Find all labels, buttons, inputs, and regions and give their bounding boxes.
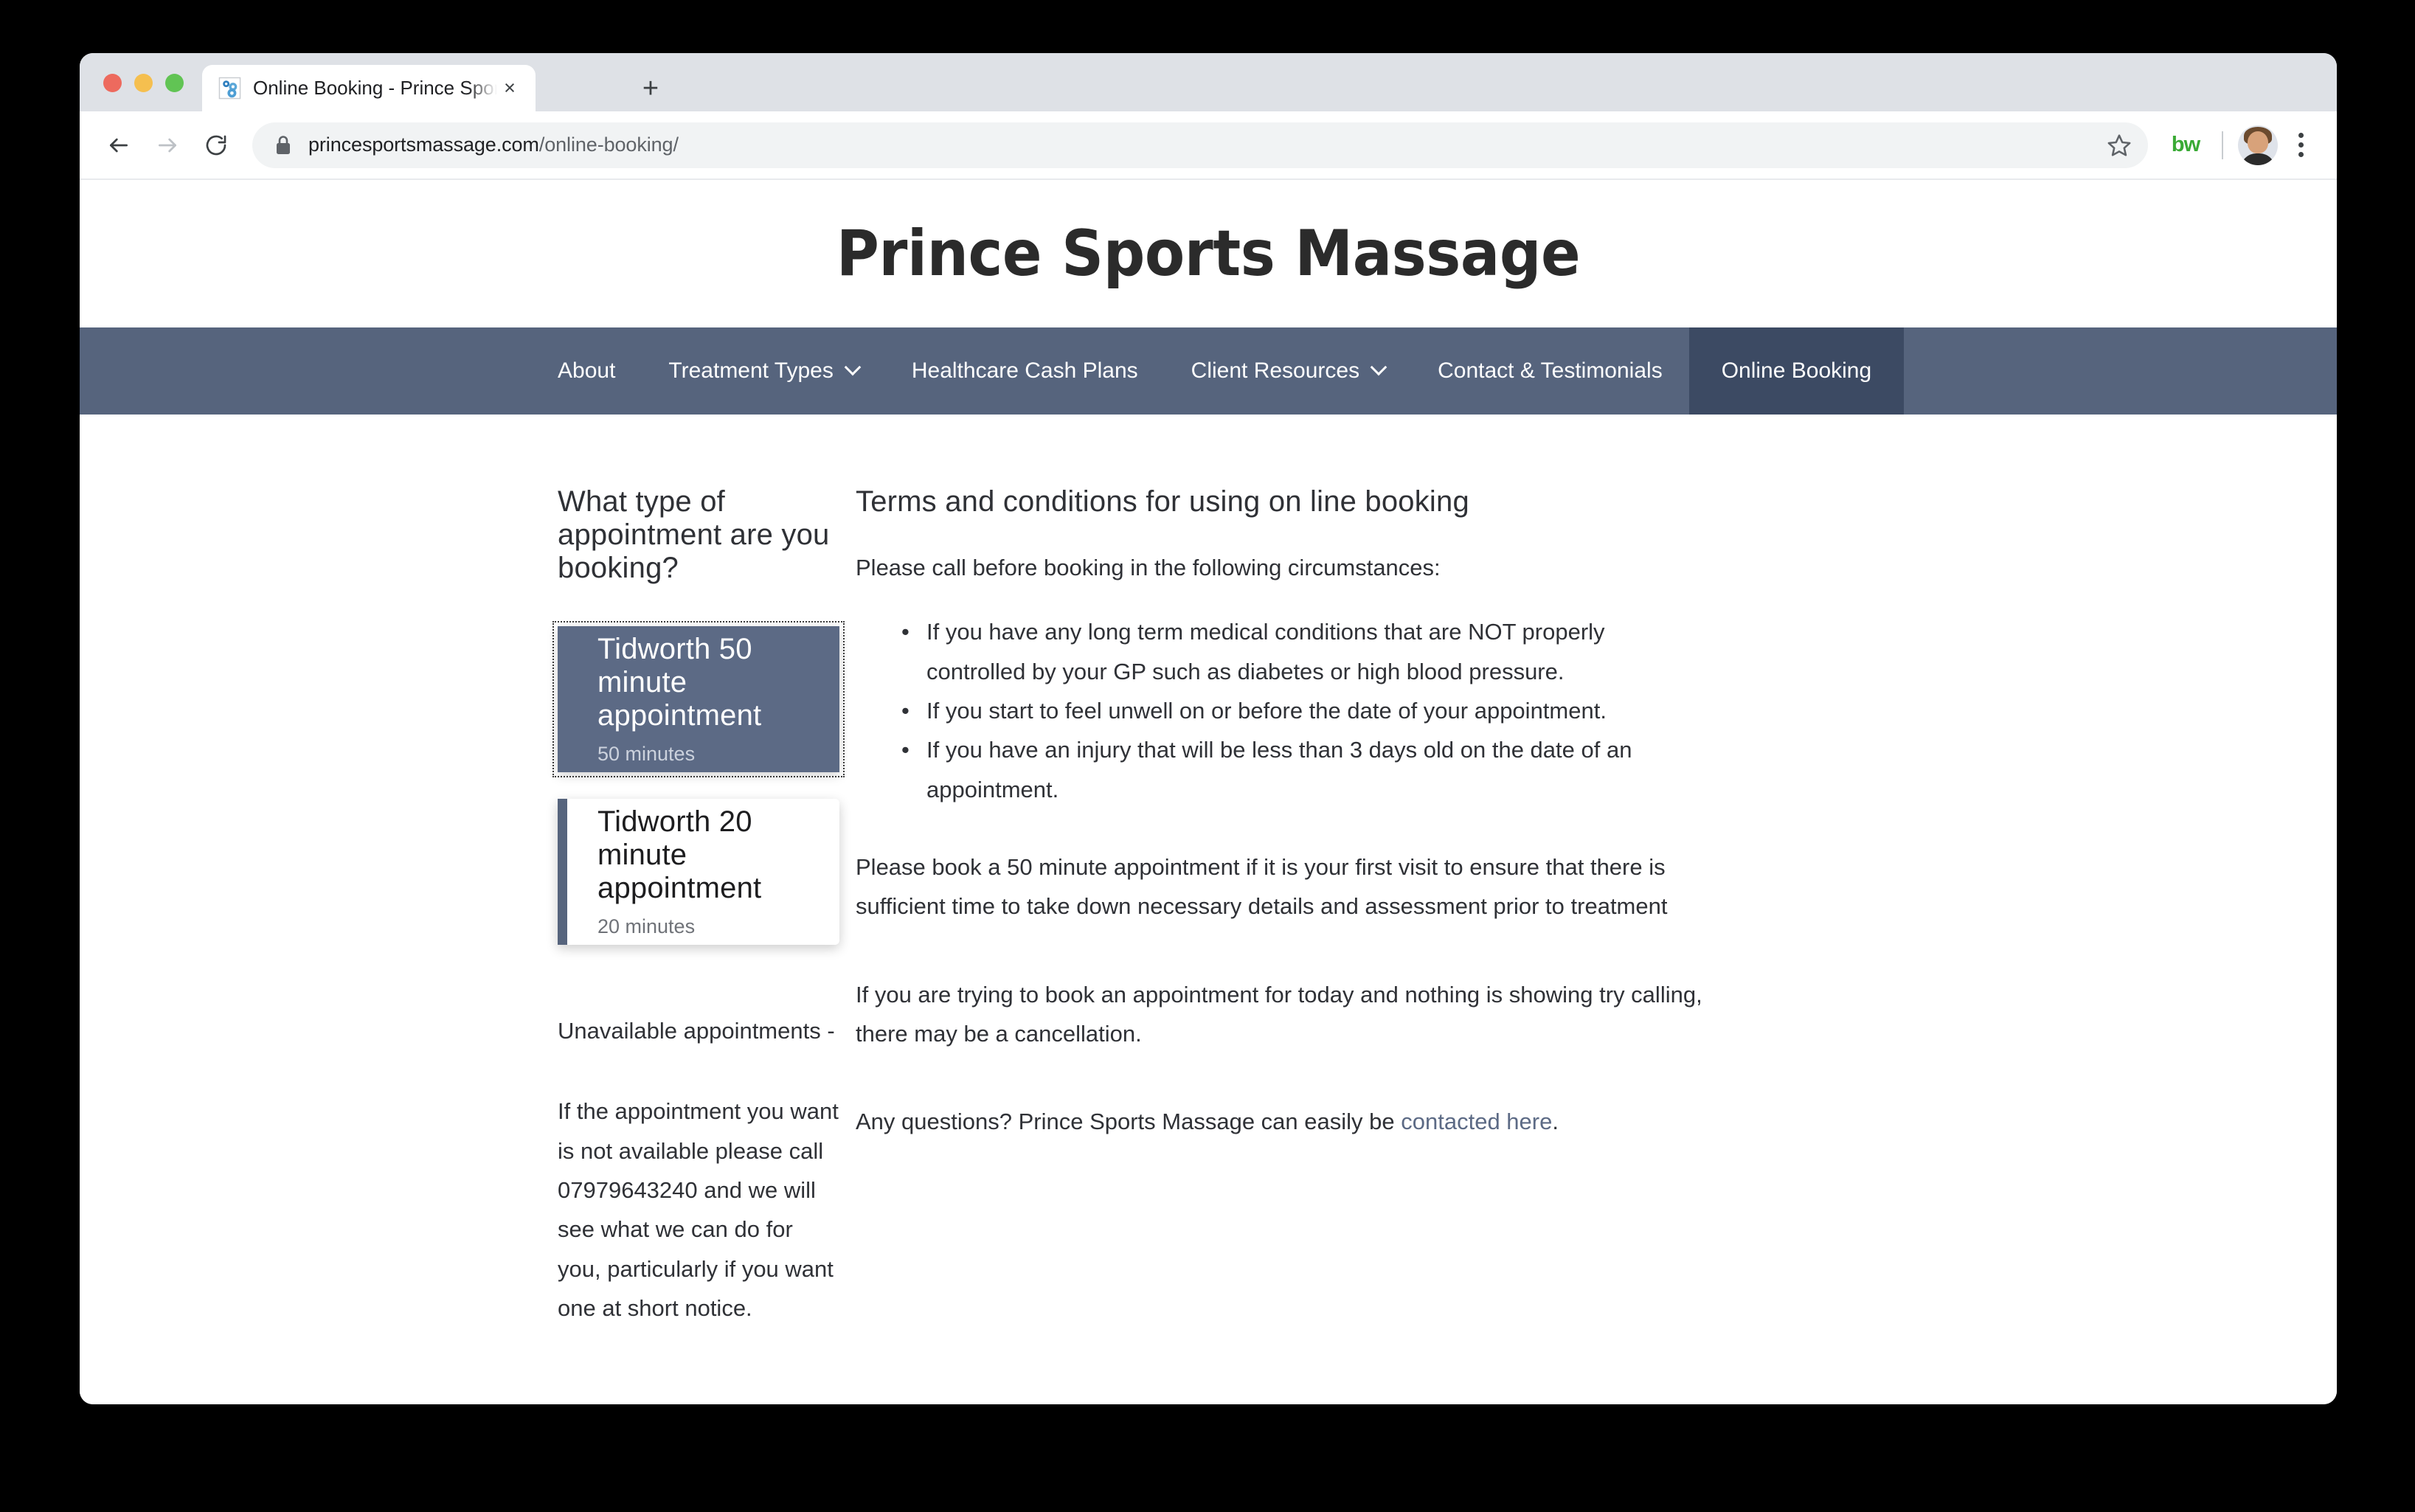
nav-item-contact-testimonials[interactable]: Contact & Testimonials (1411, 327, 1689, 415)
appointment-duration: 20 minutes (597, 915, 696, 937)
gears-icon (218, 77, 241, 100)
nav-label: Client Resources (1191, 358, 1360, 383)
terms-first-visit-paragraph: Please book a 50 minute appointment if i… (856, 853, 1668, 920)
appointment-name: Tidworth 20 minute appointment (597, 805, 762, 904)
chevron-down-icon (844, 358, 862, 376)
reload-icon[interactable] (193, 122, 239, 168)
chevron-down-icon (1370, 358, 1387, 376)
nav-label: About (558, 358, 616, 383)
close-window-button[interactable] (103, 74, 122, 92)
nav-item-online-booking[interactable]: Online Booking (1688, 327, 1905, 415)
terms-column: Terms and conditions for using on line b… (839, 485, 1725, 1328)
close-tab-icon[interactable]: × (497, 76, 522, 101)
browser-tabstrip: Online Booking - Prince Sports × + (80, 53, 2337, 111)
back-icon[interactable] (96, 122, 142, 168)
bookmark-star-icon[interactable] (2096, 122, 2142, 168)
booking-question-heading: What type of appointment are you booking… (558, 485, 830, 584)
url-path: /online-booking/ (538, 133, 679, 156)
new-tab-button[interactable]: + (634, 72, 667, 105)
page-title: Prince Sports Massage (836, 217, 1581, 291)
appointment-option-20[interactable]: Tidworth 20 minute appointment 20 minute… (558, 799, 839, 945)
questions-text: Any questions? Prince Sports Massage can… (856, 1109, 1395, 1135)
list-item: If you have any long term medical condit… (856, 612, 1638, 691)
toolbar-right-actions: bw (2164, 124, 2319, 167)
unavailable-heading: Unavailable appointments - (558, 1018, 835, 1044)
bw-extension-icon[interactable]: bw (2164, 124, 2207, 167)
appointment-card-selected[interactable]: Tidworth 50 minute appointment 50 minute… (558, 626, 839, 772)
nav-label: Healthcare Cash Plans (911, 358, 1138, 383)
url-domain: princesportsmassage.com (308, 133, 539, 156)
browser-window: Online Booking - Prince Sports × + princ… (80, 53, 2337, 1404)
navigation-buttons (96, 122, 239, 168)
minimize-window-button[interactable] (134, 74, 153, 92)
appointment-card[interactable]: Tidworth 20 minute appointment 20 minute… (558, 799, 839, 945)
browser-tab[interactable]: Online Booking - Prince Sports × (202, 65, 536, 111)
browser-toolbar: princesportsmassage.com/online-booking/ … (80, 111, 2337, 180)
page-content: What type of appointment are you booking… (80, 415, 2337, 1328)
address-bar-url: princesportsmassage.com/online-booking/ (308, 133, 2096, 156)
avatar-body (2240, 153, 2276, 165)
contact-link[interactable]: contacted here (1401, 1109, 1552, 1134)
main-navigation: About Treatment Types Healthcare Cash Pl… (80, 327, 2337, 415)
avatar-face (2248, 131, 2268, 154)
lock-icon (274, 135, 292, 156)
booking-column: What type of appointment are you booking… (80, 485, 845, 1328)
nav-label: Contact & Testimonials (1438, 358, 1663, 383)
nav-item-client-resources[interactable]: Client Resources (1165, 327, 1411, 415)
nav-item-treatment-types[interactable]: Treatment Types (642, 327, 884, 415)
appointment-duration: 50 minutes (597, 743, 696, 765)
nav-item-healthcare-cash-plans[interactable]: Healthcare Cash Plans (885, 327, 1165, 415)
nav-label: Treatment Types (668, 358, 834, 383)
tab-title: Online Booking - Prince Sports (253, 77, 497, 99)
contact-suffix: . (1552, 1109, 1559, 1135)
terms-intro: Please call before booking in the follow… (856, 555, 1441, 580)
address-bar[interactable]: princesportsmassage.com/online-booking/ (252, 122, 2148, 168)
web-page: Prince Sports Massage About Treatment Ty… (80, 180, 2337, 1404)
window-controls (103, 74, 184, 92)
appointment-name: Tidworth 50 minute appointment (597, 633, 762, 732)
terms-bullet-list: If you have any long term medical condit… (856, 612, 1725, 809)
list-item: If you have an injury that will be less … (856, 730, 1638, 809)
terms-today-paragraph: If you are trying to book an appointment… (856, 981, 1702, 1047)
terms-questions-paragraph: Any questions? Prince Sports Massage can… (856, 1102, 1725, 1141)
site-header: Prince Sports Massage (80, 180, 2337, 327)
appointment-option-50[interactable]: Tidworth 50 minute appointment 50 minute… (552, 621, 845, 777)
kebab-menu-icon[interactable] (2282, 125, 2319, 166)
list-item: If you start to feel unwell on or before… (856, 691, 1638, 731)
nav-label: Online Booking (1721, 358, 1872, 383)
maximize-window-button[interactable] (165, 74, 184, 92)
unavailable-text: If the appointment you want is not avail… (558, 1098, 839, 1321)
forward-icon[interactable] (145, 122, 190, 168)
nav-item-about[interactable]: About (531, 327, 642, 415)
terms-heading: Terms and conditions for using on line b… (856, 485, 1469, 518)
avatar[interactable] (2238, 125, 2278, 165)
toolbar-divider (2222, 131, 2223, 159)
